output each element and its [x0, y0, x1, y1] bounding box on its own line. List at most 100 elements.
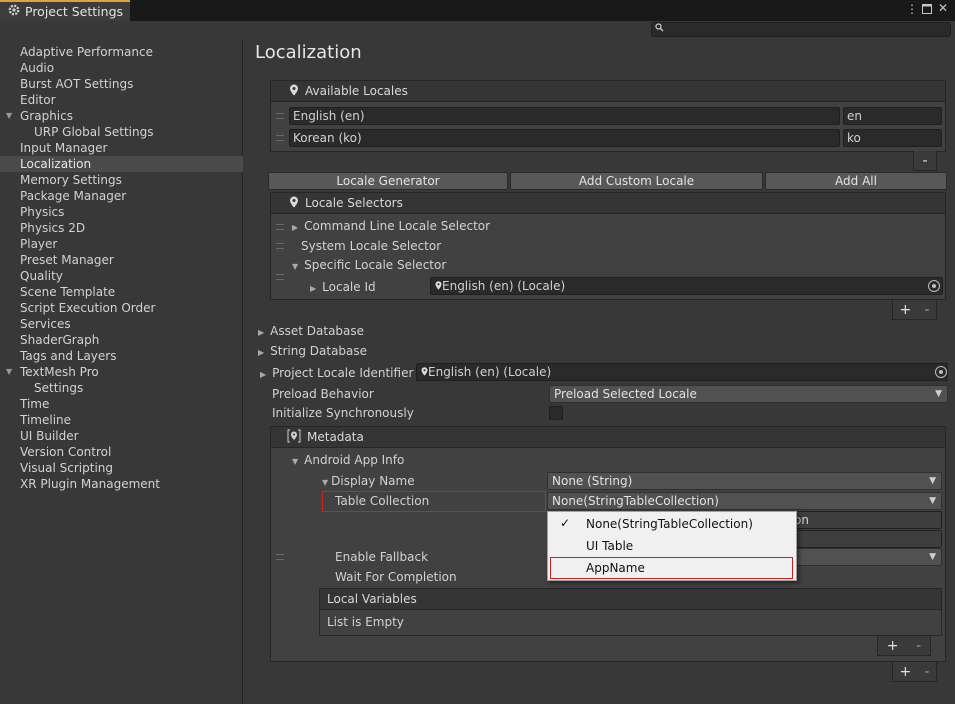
sidebar-item-localization[interactable]: Localization	[0, 156, 243, 172]
selector-label: Specific Locale Selector	[304, 258, 447, 272]
sidebar-item-graphics[interactable]: ▼ Graphics	[0, 108, 243, 124]
sidebar-item-burst[interactable]: Burst AOT Settings	[0, 76, 243, 92]
foldout-label: Android App Info	[304, 453, 405, 467]
remove-selector-button[interactable]: -	[924, 302, 929, 318]
locale-code-field[interactable]: en	[843, 107, 942, 125]
sidebar-item-player[interactable]: Player	[0, 236, 243, 252]
table-collection-label: Table Collection	[335, 494, 430, 508]
sidebar-item-adaptive-performance[interactable]: Adaptive Performance	[0, 44, 243, 60]
popup-option-appname[interactable]: AppName	[586, 561, 645, 575]
window-tab[interactable]: Project Settings	[0, 0, 130, 21]
add-custom-locale-button[interactable]: Add Custom Locale	[510, 172, 763, 190]
add-metadata-button[interactable]: +	[900, 664, 912, 680]
project-locale-field[interactable]: English (en) (Locale)	[416, 363, 948, 381]
available-locales-header: Available Locales	[270, 80, 946, 102]
sidebar-item-input-manager[interactable]: Input Manager	[0, 140, 243, 156]
add-variable-button[interactable]: +	[887, 638, 899, 654]
sidebar-item-memory[interactable]: Memory Settings	[0, 172, 243, 188]
add-all-button[interactable]: Add All	[765, 172, 947, 190]
sidebar-item-editor[interactable]: Editor	[0, 92, 243, 108]
sidebar-item-script-execution-order[interactable]: Script Execution Order	[0, 300, 243, 316]
drag-handle-icon[interactable]	[276, 224, 284, 230]
sidebar-item-textmesh-pro[interactable]: ▼ TextMesh Pro	[0, 364, 243, 380]
kebab-icon[interactable]: ⋮	[906, 2, 918, 16]
minus-icon: -	[922, 152, 928, 169]
locale-name-field[interactable]: English (en)	[289, 107, 840, 125]
search-input[interactable]	[651, 22, 951, 37]
locale-id-row[interactable]: ▶ Locale Id	[310, 280, 376, 294]
sidebar-item-shadergraph[interactable]: ShaderGraph	[0, 332, 243, 348]
sidebar-item-version-control[interactable]: Version Control	[0, 444, 243, 460]
sidebar-item-time[interactable]: Time	[0, 396, 243, 412]
sidebar-item-label: Scene Template	[20, 285, 116, 299]
expand-arrow-icon[interactable]: ▶	[292, 223, 298, 232]
collapse-arrow-icon[interactable]: ▼	[322, 478, 328, 487]
drag-handle-icon[interactable]	[276, 554, 284, 560]
locale-generator-button[interactable]: Locale Generator	[268, 172, 508, 190]
expand-arrow-icon[interactable]: ▶	[260, 370, 266, 379]
string-database-foldout[interactable]: ▶ String Database	[258, 344, 367, 358]
maximize-icon[interactable]	[922, 3, 932, 17]
asset-database-foldout[interactable]: ▶ Asset Database	[258, 324, 364, 338]
local-variables-header: Local Variables	[319, 588, 942, 610]
sidebar-item-label: Quality	[20, 269, 63, 283]
locale-id-field[interactable]: English (en) (Locale)	[430, 277, 943, 295]
remove-metadata-button[interactable]: -	[924, 664, 929, 680]
locale-code-field[interactable]: ko	[843, 129, 942, 147]
expand-arrow-icon[interactable]: ▶	[258, 348, 264, 357]
sidebar-item-services[interactable]: Services	[0, 316, 243, 332]
sidebar-item-quality[interactable]: Quality	[0, 268, 243, 284]
sidebar-item-urp-global[interactable]: URP Global Settings	[0, 124, 243, 140]
drag-handle-icon[interactable]	[276, 113, 284, 119]
sidebar-item-label: Audio	[20, 61, 55, 75]
popup-option-none[interactable]: None(StringTableCollection)	[586, 517, 753, 531]
close-icon[interactable]: ✕	[938, 1, 948, 15]
sidebar-item-xr-plugin[interactable]: XR Plugin Management	[0, 476, 243, 492]
sidebar-item-scene-template[interactable]: Scene Template	[0, 284, 243, 300]
foldout-label: Asset Database	[270, 324, 365, 338]
locale-name-field[interactable]: Korean (ko)	[289, 129, 840, 147]
selector-item-command-line[interactable]: ▶ Command Line Locale Selector	[292, 219, 490, 233]
sidebar-item-tmp-settings[interactable]: Settings	[0, 380, 243, 396]
sidebar-item-label: UI Builder	[20, 429, 79, 443]
expand-arrow-icon[interactable]: ▶	[258, 328, 264, 337]
collapse-arrow-icon[interactable]: ▼	[292, 457, 298, 466]
add-selector-button[interactable]: +	[900, 302, 912, 318]
sidebar-item-label: Burst AOT Settings	[20, 77, 134, 91]
popup-option-ui-table[interactable]: UI Table	[586, 539, 633, 553]
initialize-sync-checkbox[interactable]	[549, 406, 563, 420]
table-collection-dropdown[interactable]: None(StringTableCollection) ▼	[547, 492, 942, 510]
local-variables-add-remove-bar: + -	[877, 636, 931, 656]
display-name-foldout[interactable]: ▼ Display Name	[322, 474, 415, 488]
title-bar: Project Settings ⋮ ✕	[0, 0, 955, 21]
sidebar-item-audio[interactable]: Audio	[0, 60, 243, 76]
sidebar-item-preset-manager[interactable]: Preset Manager	[0, 252, 243, 268]
selector-item-specific[interactable]: ▼ Specific Locale Selector	[292, 258, 446, 272]
expand-arrow-icon[interactable]: ▼	[6, 364, 12, 380]
sidebar-item-ui-builder[interactable]: UI Builder	[0, 428, 243, 444]
sidebar-item-timeline[interactable]: Timeline	[0, 412, 243, 428]
object-picker-icon[interactable]	[928, 280, 940, 292]
remove-variable-button[interactable]: -	[916, 638, 921, 654]
expand-arrow-icon[interactable]: ▼	[6, 108, 12, 124]
collapse-arrow-icon[interactable]: ▼	[292, 262, 298, 271]
project-locale-identifier-row[interactable]: ▶ Project Locale Identifier	[260, 366, 413, 380]
check-icon: ✓	[560, 516, 571, 530]
sidebar-item-physics-2d[interactable]: Physics 2D	[0, 220, 243, 236]
sidebar-item-visual-scripting[interactable]: Visual Scripting	[0, 460, 243, 476]
initialize-sync-label: Initialize Synchronously	[272, 406, 414, 420]
sidebar-item-label: Script Execution Order	[20, 301, 156, 315]
sidebar-item-tags-and-layers[interactable]: Tags and Layers	[0, 348, 243, 364]
drag-handle-icon[interactable]	[276, 243, 284, 249]
android-app-info-foldout[interactable]: ▼ Android App Info	[292, 453, 404, 467]
preload-behavior-dropdown[interactable]: Preload Selected Locale ▼	[549, 385, 948, 403]
remove-locale-button[interactable]: -	[913, 151, 937, 171]
display-name-dropdown[interactable]: None (String) ▼	[547, 472, 942, 490]
expand-arrow-icon[interactable]: ▶	[310, 284, 316, 293]
drag-handle-icon[interactable]	[276, 274, 284, 280]
sidebar-item-physics[interactable]: Physics	[0, 204, 243, 220]
sidebar-item-package-manager[interactable]: Package Manager	[0, 188, 243, 204]
object-picker-icon[interactable]	[935, 366, 947, 378]
drag-handle-icon[interactable]	[276, 135, 284, 141]
selector-item-system[interactable]: System Locale Selector	[301, 239, 441, 253]
